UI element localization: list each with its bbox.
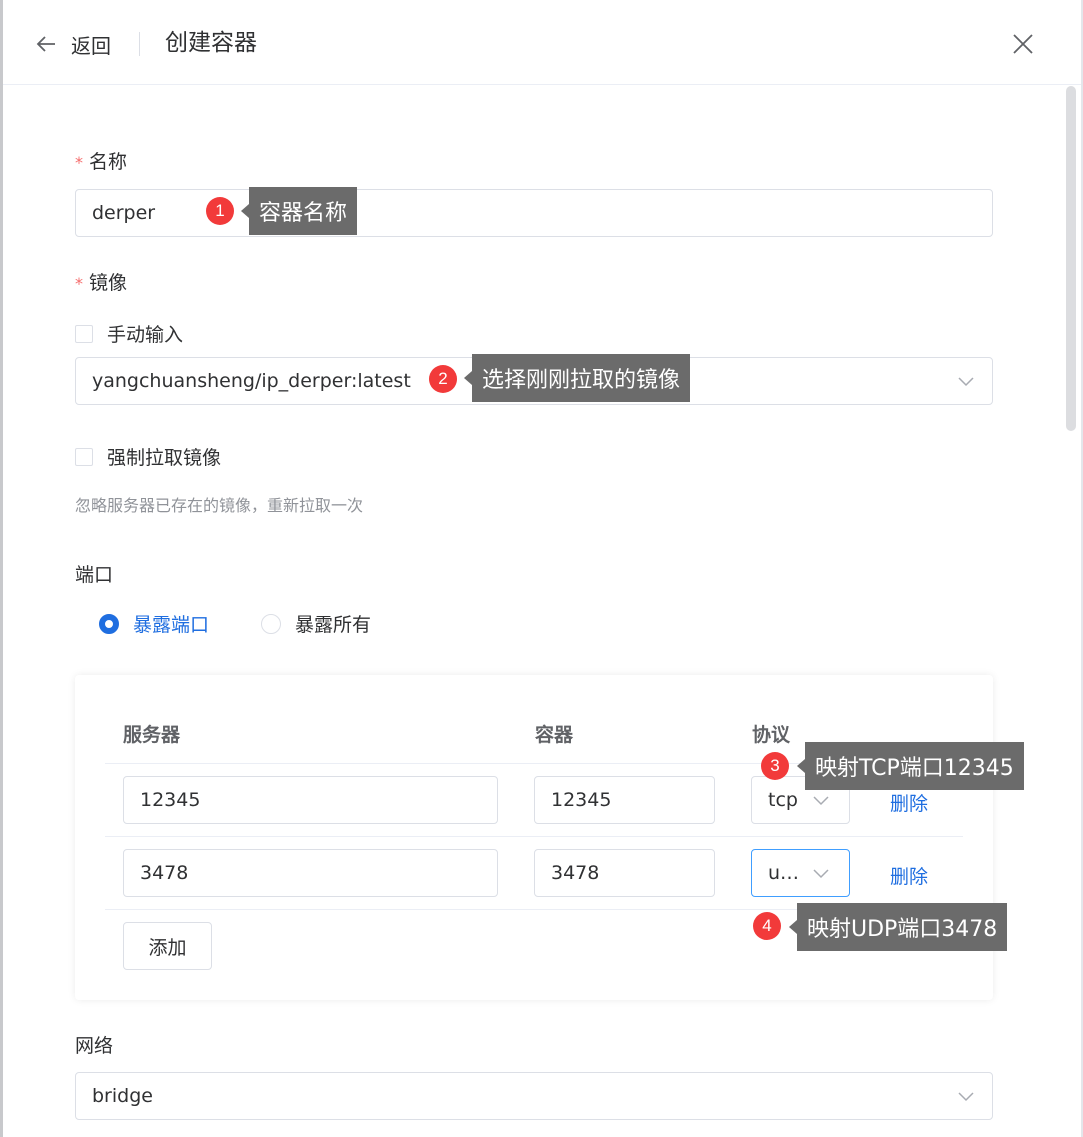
checkbox-box[interactable]	[75, 324, 93, 343]
add-port-button[interactable]: 添加	[123, 922, 212, 970]
protocol-select[interactable]: u…	[751, 849, 850, 897]
chevron-down-icon	[958, 1092, 974, 1102]
column-header-server: 服务器	[123, 724, 181, 746]
server-port-input[interactable]: 12345	[123, 776, 498, 824]
header-divider	[139, 32, 140, 56]
name-input-value: derper	[92, 202, 156, 224]
annotation-badge: 4	[753, 912, 781, 940]
radio-expose-ports[interactable]: 暴露端口	[99, 610, 209, 637]
arrow-left-icon	[36, 36, 55, 52]
protocol-value: u…	[768, 862, 800, 884]
manual-input-checkbox[interactable]: 手动输入	[75, 320, 183, 347]
container-port-input[interactable]: 3478	[534, 849, 715, 897]
manual-input-label: 手动输入	[107, 324, 184, 346]
radio-all-label: 暴露所有	[295, 614, 372, 636]
column-header-container: 容器	[535, 724, 574, 746]
name-label: * 名称	[75, 147, 127, 174]
window-edge-left	[0, 0, 3, 1137]
drawer-header: 返回 创建容器	[3, 0, 1081, 85]
delete-row-button[interactable]: 删除	[890, 862, 928, 889]
annotation-badge: 2	[429, 365, 457, 393]
scrollbar-thumb[interactable]	[1066, 86, 1076, 431]
container-port-value: 3478	[551, 862, 600, 884]
back-button[interactable]: 返回	[35, 28, 111, 60]
row-divider	[105, 836, 963, 837]
chevron-down-icon	[813, 869, 829, 879]
network-select[interactable]: bridge	[75, 1072, 993, 1120]
container-port-value: 12345	[551, 789, 612, 811]
checkbox-box[interactable]	[75, 447, 93, 466]
annotation-badge: 1	[206, 197, 234, 225]
network-label: 网络	[75, 1035, 114, 1057]
force-pull-hint: 忽略服务器已存在的镜像，重新拉取一次	[75, 496, 364, 515]
required-mark: *	[75, 153, 83, 172]
port-mapping-card	[75, 675, 993, 1000]
annotation-tooltip: 映射TCP端口12345	[797, 742, 1024, 790]
radio-expose-all[interactable]: 暴露所有	[261, 610, 371, 637]
container-port-input[interactable]: 12345	[534, 776, 715, 824]
ports-label: 端口	[75, 564, 114, 586]
annotation-tooltip: 容器名称	[240, 187, 358, 235]
server-port-input[interactable]: 3478	[123, 849, 498, 897]
annotation-badge: 3	[761, 752, 789, 780]
required-mark: *	[75, 274, 83, 293]
close-icon[interactable]	[1011, 32, 1035, 56]
delete-row-button[interactable]: 删除	[890, 789, 928, 816]
force-pull-checkbox[interactable]: 强制拉取镜像	[75, 443, 221, 470]
chevron-down-icon	[958, 377, 974, 387]
back-label: 返回	[71, 33, 111, 58]
radio-button[interactable]	[99, 613, 119, 634]
column-header-protocol: 协议	[752, 724, 791, 746]
image-label-text: 镜像	[89, 272, 128, 294]
page-title: 创建容器	[165, 30, 257, 56]
radio-expose-label: 暴露端口	[133, 614, 210, 636]
image-label: * 镜像	[75, 268, 127, 295]
server-port-value: 3478	[140, 862, 189, 884]
network-select-value: bridge	[92, 1085, 153, 1107]
force-pull-label: 强制拉取镜像	[107, 447, 222, 469]
annotation-tooltip: 映射UDP端口3478	[788, 903, 1008, 951]
image-select-value: yangchuansheng/ip_derper:latest	[92, 370, 411, 392]
name-label-text: 名称	[89, 151, 128, 173]
chevron-down-icon	[813, 796, 829, 806]
annotation-tooltip: 选择刚刚拉取的镜像	[463, 354, 691, 402]
radio-button[interactable]	[261, 613, 281, 634]
protocol-value: tcp	[768, 789, 798, 811]
server-port-value: 12345	[140, 789, 201, 811]
